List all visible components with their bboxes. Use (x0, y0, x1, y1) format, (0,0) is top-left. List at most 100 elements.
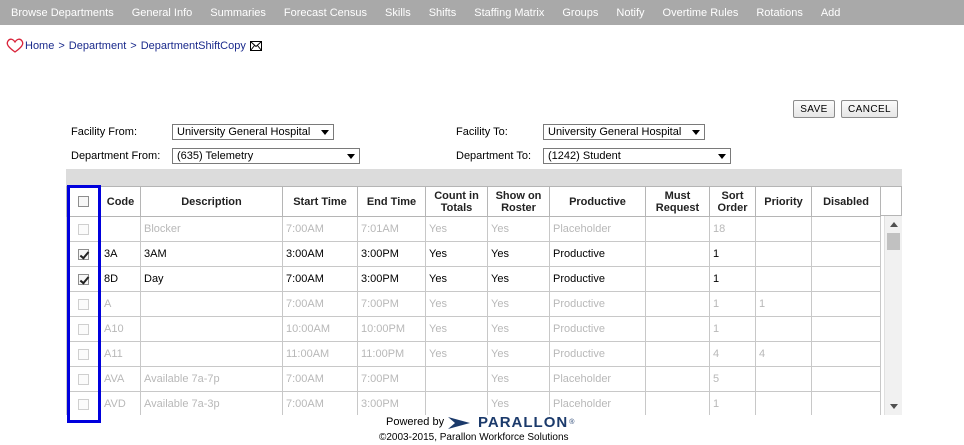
cell-start-time: 11:00AM (282, 341, 358, 367)
table-body: Blocker 7:00AM 7:01AM Yes Yes Placeholder 18 3A… (66, 216, 881, 415)
nav-rotations[interactable]: Rotations (747, 7, 811, 19)
column-header-start-time[interactable]: Start Time (282, 186, 358, 217)
nav-add[interactable]: Add (812, 7, 850, 19)
dropdown-caret-icon (347, 154, 355, 159)
row-checkbox[interactable] (78, 223, 89, 235)
scroll-thumb[interactable] (887, 233, 900, 250)
cell-description: Day (140, 266, 283, 292)
nav-general-info[interactable]: General Info (123, 7, 202, 19)
cell-show-on-roster: Yes (487, 391, 550, 415)
scroll-down-icon[interactable] (890, 404, 898, 409)
save-button[interactable]: SAVE (793, 100, 835, 118)
row-checkbox[interactable] (78, 323, 89, 335)
row-select-cell (66, 241, 101, 267)
row-checkbox[interactable] (78, 273, 89, 285)
facility-from-label: Facility From: (71, 126, 137, 138)
nav-summaries[interactable]: Summaries (201, 7, 275, 19)
column-header-show-on-roster[interactable]: Show on Roster (487, 186, 550, 217)
cell-disabled (811, 266, 881, 292)
cancel-button[interactable]: CANCEL (841, 100, 898, 118)
cell-priority (755, 391, 812, 415)
table-row[interactable]: AVA Available 7a-7p 7:00AM 7:00PM Yes Placeho… (66, 366, 881, 392)
dropdown-caret-icon (692, 130, 700, 135)
table-row[interactable]: 3A 3AM 3:00AM 3:00PM Yes Yes Productive 1 (66, 241, 881, 267)
cell-start-time: 3:00AM (282, 241, 358, 267)
nav-forecast-census[interactable]: Forecast Census (275, 7, 376, 19)
cell-sort-order: 1 (709, 266, 756, 292)
cell-must-request (645, 266, 710, 292)
column-header-end-time[interactable]: End Time (357, 186, 426, 217)
cell-sort-order: 1 (709, 391, 756, 415)
breadcrumb-department-link[interactable]: Department (69, 40, 126, 52)
cell-priority (755, 216, 812, 242)
column-header-must-request[interactable]: Must Request (645, 186, 710, 217)
column-header-code[interactable]: Code (100, 186, 141, 217)
cell-description: Blocker (140, 216, 283, 242)
facility-to-value: University General Hospital (548, 126, 682, 138)
row-checkbox[interactable] (78, 398, 89, 410)
column-header-description[interactable]: Description (140, 186, 283, 217)
cell-must-request (645, 241, 710, 267)
cell-sort-order: 18 (709, 216, 756, 242)
cell-must-request (645, 216, 710, 242)
department-from-select[interactable]: (635) Telemetry (172, 148, 360, 164)
nav-groups[interactable]: Groups (553, 7, 607, 19)
table-row[interactable]: AVD Available 7a-3p 7:00AM 3:00PM Yes Placeho… (66, 391, 881, 415)
nav-browse-departments[interactable]: Browse Departments (0, 7, 123, 19)
nav-shifts[interactable]: Shifts (420, 7, 466, 19)
breadcrumb-current-link[interactable]: DepartmentShiftCopy (141, 40, 246, 52)
brand-name: PARALLON (478, 414, 569, 431)
department-to-select[interactable]: (1242) Student (543, 148, 731, 164)
nav-staffing-matrix[interactable]: Staffing Matrix (465, 7, 553, 19)
cell-code: 3A (100, 241, 141, 267)
column-header-disabled[interactable]: Disabled (811, 186, 881, 217)
column-header-productive[interactable]: Productive (549, 186, 646, 217)
cell-sort-order: 1 (709, 241, 756, 267)
parallon-logo: PARALLON ® (448, 414, 574, 431)
powered-by-text: Powered by (386, 416, 445, 428)
facility-to-select[interactable]: University General Hospital (543, 124, 705, 140)
table-row[interactable]: A10 10:00AM 10:00PM Yes Yes Productive 1 (66, 316, 881, 342)
shifts-table: Code Description Start Time End Time Cou… (66, 186, 881, 415)
cell-show-on-roster: Yes (487, 366, 550, 392)
row-select-cell (66, 216, 101, 242)
scroll-up-icon[interactable] (890, 222, 898, 227)
row-checkbox[interactable] (78, 373, 89, 385)
nav-overtime-rules[interactable]: Overtime Rules (654, 7, 748, 19)
table-scrollbar[interactable] (884, 216, 902, 415)
cell-must-request (645, 366, 710, 392)
cell-start-time: 7:00AM (282, 216, 358, 242)
table-row[interactable]: A11 11:00AM 11:00PM Yes Yes Productive 4 4 (66, 341, 881, 367)
cell-end-time: 7:00PM (357, 291, 426, 317)
cell-must-request (645, 291, 710, 317)
cell-start-time: 7:00AM (282, 366, 358, 392)
row-select-cell (66, 391, 101, 415)
table-row[interactable]: 8D Day 7:00AM 3:00PM Yes Yes Productive 1 (66, 266, 881, 292)
cell-code: AVA (100, 366, 141, 392)
row-checkbox[interactable] (78, 298, 89, 310)
table-row[interactable]: Blocker 7:00AM 7:01AM Yes Yes Placeholder 18 (66, 216, 881, 242)
mail-icon[interactable] (249, 41, 262, 51)
dropdown-caret-icon (321, 130, 329, 135)
cell-productive: Productive (549, 341, 646, 367)
cell-productive: Productive (549, 266, 646, 292)
cell-productive: Placeholder (549, 391, 646, 415)
cell-disabled (811, 216, 881, 242)
select-all-checkbox[interactable] (78, 196, 89, 208)
cell-productive: Productive (549, 316, 646, 342)
breadcrumb-home-link[interactable]: Home (25, 40, 54, 52)
nav-skills[interactable]: Skills (376, 7, 420, 19)
dropdown-caret-icon (718, 154, 726, 159)
column-header-sort-order[interactable]: Sort Order (709, 186, 756, 217)
column-header-count-in-totals[interactable]: Count in Totals (425, 186, 488, 217)
facility-from-select[interactable]: University General Hospital (172, 124, 334, 140)
table-row[interactable]: A 7:00AM 7:00PM Yes Yes Productive 1 1 (66, 291, 881, 317)
top-nav: Browse Departments General Info Summarie… (0, 0, 964, 25)
row-checkbox[interactable] (78, 248, 89, 260)
cell-priority (755, 266, 812, 292)
nav-notify[interactable]: Notify (607, 7, 653, 19)
row-checkbox[interactable] (78, 348, 89, 360)
column-header-priority[interactable]: Priority (755, 186, 812, 217)
registered-mark: ® (569, 419, 575, 426)
cell-show-on-roster: Yes (487, 266, 550, 292)
